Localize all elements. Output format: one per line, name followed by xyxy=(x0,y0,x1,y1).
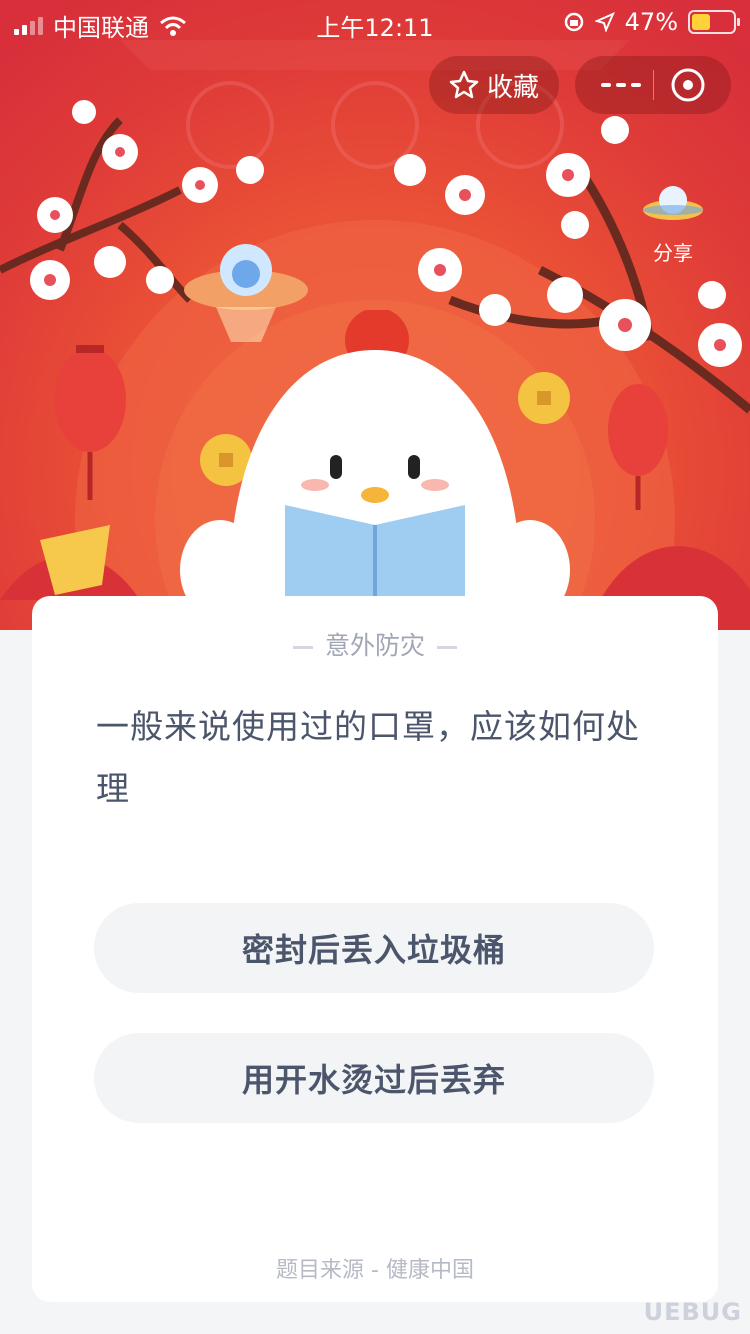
answer-option-1[interactable]: 密封后丢入垃圾桶 xyxy=(94,903,654,993)
question-text: 一般来说使用过的口罩，应该如何处理 xyxy=(96,707,640,808)
ufo-share-icon xyxy=(643,186,703,220)
location-icon xyxy=(594,12,615,32)
favorite-label: 收藏 xyxy=(486,72,539,103)
star-icon xyxy=(449,70,479,99)
more-icon[interactable] xyxy=(595,70,647,100)
close-icon[interactable] xyxy=(669,66,707,104)
battery-percent: 47% xyxy=(624,8,678,36)
chick-mascot-icon xyxy=(180,310,570,630)
rotation-lock-icon xyxy=(564,12,583,32)
status-bar: 中国联通 上午12:11 47% xyxy=(0,0,750,42)
share-button[interactable]: 分享 xyxy=(640,176,706,266)
question-card: 意外防灾 一般来说使用过的口罩，应该如何处理 密封后丢入垃圾桶 用开水烫过后丢弃… xyxy=(32,596,718,1302)
favorite-button[interactable]: 收藏 xyxy=(429,56,559,114)
question-source: 题目来源 - 健康中国 xyxy=(276,1258,474,1283)
share-label: 分享 xyxy=(653,241,693,265)
battery-icon xyxy=(688,10,740,34)
miniprogram-capsule xyxy=(575,56,731,114)
answer-option-2[interactable]: 用开水烫过后丢弃 xyxy=(94,1033,654,1123)
question-category: 意外防灾 xyxy=(32,626,718,662)
site-watermark: UEBUG xyxy=(643,1298,742,1326)
capsule-divider xyxy=(653,70,654,100)
